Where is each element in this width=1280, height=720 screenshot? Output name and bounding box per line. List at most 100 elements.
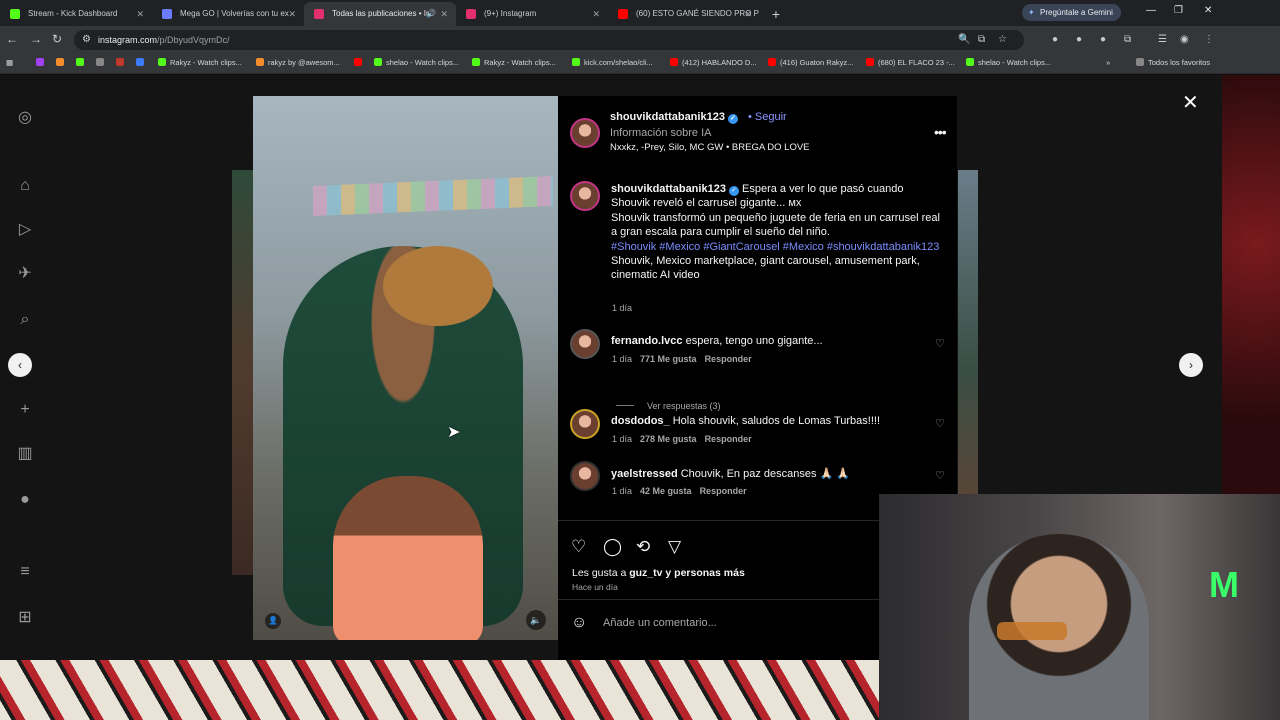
extensions-puzzle-icon[interactable]: ⧉: [1124, 34, 1131, 45]
menu-icon[interactable]: ≡: [16, 563, 34, 581]
home-icon[interactable]: ⌂: [16, 177, 34, 195]
forward-icon[interactable]: →: [30, 32, 42, 46]
bookmark-rakyz-awesome[interactable]: rakyz by @awesom...: [256, 58, 340, 67]
share-icon[interactable]: ▽: [668, 537, 681, 557]
hashtags[interactable]: #Shouvik #Mexico #GiantCarousel #Mexico …: [611, 241, 939, 253]
like-comment-icon[interactable]: ♡: [935, 417, 945, 430]
ai-info-label[interactable]: Información sobre IA: [610, 127, 712, 139]
bookmark-rakyz-clips-2[interactable]: Rakyz - Watch clips...: [472, 58, 556, 67]
extension-icon[interactable]: ●: [1076, 34, 1082, 45]
zoom-icon[interactable]: 🔍: [958, 34, 970, 45]
close-tab-icon[interactable]: ✕: [592, 2, 600, 26]
like-comment-icon[interactable]: ♡: [935, 337, 945, 350]
like-comment-icon[interactable]: ♡: [935, 469, 945, 482]
bookmark-icon[interactable]: [76, 58, 88, 67]
reload-icon[interactable]: ↻: [52, 32, 62, 46]
bookmark-icon[interactable]: [36, 58, 48, 67]
new-tab-button[interactable]: +: [766, 2, 786, 26]
restore-icon[interactable]: ❐: [1174, 5, 1183, 16]
close-tab-icon[interactable]: ✕: [744, 2, 752, 26]
tab-instagram-post[interactable]: Todas las publicaciones • In 🔊 ✕: [304, 2, 456, 26]
profile-icon[interactable]: ◉: [1180, 34, 1189, 45]
cast-icon[interactable]: ⧉: [978, 34, 985, 45]
commenter-avatar[interactable]: [570, 409, 600, 439]
tab-kick-dashboard[interactable]: Stream - Kick Dashboard ✕: [0, 2, 152, 26]
sound-toggle-icon[interactable]: 🔈: [526, 610, 546, 630]
comment-input[interactable]: [603, 613, 903, 633]
bookmark-icon[interactable]: [96, 58, 108, 67]
back-icon[interactable]: ←: [6, 32, 18, 46]
browser-menu-icon[interactable]: ⋮: [1204, 34, 1214, 45]
minimize-icon[interactable]: —: [1146, 5, 1156, 16]
verified-badge-icon: ✓: [728, 186, 739, 196]
more-apps-icon[interactable]: ⊞: [16, 609, 34, 627]
bookmark-rakyz-clips[interactable]: Rakyz - Watch clips...: [158, 58, 242, 67]
more-options-icon[interactable]: •••: [934, 124, 947, 140]
messages-icon[interactable]: ✈: [16, 265, 34, 283]
bookmark-youtube-680[interactable]: (680) EL FLACO 23 -...: [866, 58, 955, 67]
background-art: [1222, 75, 1280, 495]
likes-summary[interactable]: Les gusta a guz_tv y personas más: [572, 567, 745, 579]
bookmark-youtube-412[interactable]: (412) HABLANDO D...: [670, 58, 757, 67]
tab-mega-go[interactable]: Mega GO | Volverías con tu ex ✕: [152, 2, 304, 26]
bookmark-shelao-clips-2[interactable]: shelao - Watch clips...: [966, 58, 1051, 67]
search-icon[interactable]: ⌕: [16, 311, 34, 329]
next-post-icon[interactable]: ›: [1179, 353, 1203, 377]
post-video[interactable]: 👤 🔈: [253, 96, 558, 640]
url-text: instagram.com/p/DbyudVqymDc/: [98, 35, 230, 45]
streamer-glasses: [997, 622, 1067, 640]
bookmark-star-icon[interactable]: ☆: [998, 34, 1007, 45]
background-blur: [232, 170, 254, 575]
like-icon[interactable]: ♡: [571, 537, 586, 557]
caption-avatar[interactable]: [570, 181, 600, 211]
mouse-cursor-icon: ➤: [447, 424, 461, 441]
follow-button[interactable]: • Seguir: [748, 111, 787, 123]
gemini-button[interactable]: Pregúntale a Gemini: [1022, 4, 1121, 21]
profile-avatar-icon[interactable]: ●: [16, 491, 34, 509]
address-bar[interactable]: ⚙ instagram.com/p/DbyudVqymDc/ 🔍 ⧉ ☆: [74, 30, 1024, 50]
bookmark-icon[interactable]: [56, 58, 68, 67]
bookmark-kick-shelao[interactable]: kick.com/shelao/cli...: [572, 58, 653, 67]
instagram-icon: [314, 9, 324, 19]
site-info-icon[interactable]: ⚙: [82, 34, 91, 45]
emoji-icon[interactable]: ☺: [571, 614, 587, 632]
instagram-logo-icon[interactable]: ◎: [16, 109, 34, 127]
previous-post-icon[interactable]: ‹: [8, 353, 32, 377]
author-username[interactable]: shouvikdattabanik123 ✓: [610, 111, 738, 124]
close-tab-icon[interactable]: ✕: [288, 2, 296, 26]
tab-youtube[interactable]: (60) ESTO GANÉ SIENDO PRO P ✕: [608, 2, 760, 26]
commenter-avatar[interactable]: [570, 461, 600, 491]
reels-icon[interactable]: ▷: [16, 221, 34, 239]
tagged-user-icon[interactable]: 👤: [265, 613, 281, 629]
tab-instagram[interactable]: (9+) Instagram ✕: [456, 2, 608, 26]
apps-icon[interactable]: ▦: [6, 58, 13, 67]
audio-track[interactable]: Nxxkz, -Prey, Silo, MC GW • BREGA DO LOV…: [610, 142, 810, 153]
commenter-avatar[interactable]: [570, 329, 600, 359]
close-modal-icon[interactable]: ✕: [1182, 90, 1199, 115]
man-hair: [383, 246, 493, 326]
post-timestamp: Hace un día: [572, 582, 618, 592]
bookmark-icon[interactable]: [116, 58, 128, 67]
all-bookmarks[interactable]: Todos los favoritos: [1136, 58, 1210, 67]
extension-icon[interactable]: ●: [1052, 34, 1058, 45]
close-window-icon[interactable]: ✕: [1204, 5, 1212, 16]
more-bookmarks-icon[interactable]: »: [1106, 58, 1110, 67]
comment-icon[interactable]: ◯: [603, 537, 622, 557]
speaker-icon[interactable]: 🔊: [426, 2, 436, 26]
bookmark-youtube-416[interactable]: (416) Guaton Rakyz...: [768, 58, 853, 67]
tab-favicon: [162, 9, 172, 19]
close-tab-icon[interactable]: ✕: [440, 2, 448, 26]
bookmark-icon[interactable]: [136, 58, 148, 67]
bookmark-youtube[interactable]: [354, 58, 366, 67]
extension-icon[interactable]: ●: [1100, 34, 1106, 45]
browser-toolbar: ← → ↻ ⚙ instagram.com/p/DbyudVqymDc/ 🔍 ⧉…: [0, 26, 1280, 54]
close-tab-icon[interactable]: ✕: [136, 2, 144, 26]
dashboard-icon[interactable]: ▥: [16, 445, 34, 463]
media-icon[interactable]: ☰: [1158, 34, 1167, 45]
bookmark-shelao-clips[interactable]: shelao - Watch clips...: [374, 58, 459, 67]
author-avatar[interactable]: [570, 118, 600, 148]
create-icon[interactable]: +: [16, 401, 34, 419]
repost-icon[interactable]: ⟲: [636, 537, 650, 557]
caption-username[interactable]: shouvikdattabanik123: [611, 183, 726, 195]
view-replies-button[interactable]: Ver respuestas (3): [616, 401, 721, 411]
